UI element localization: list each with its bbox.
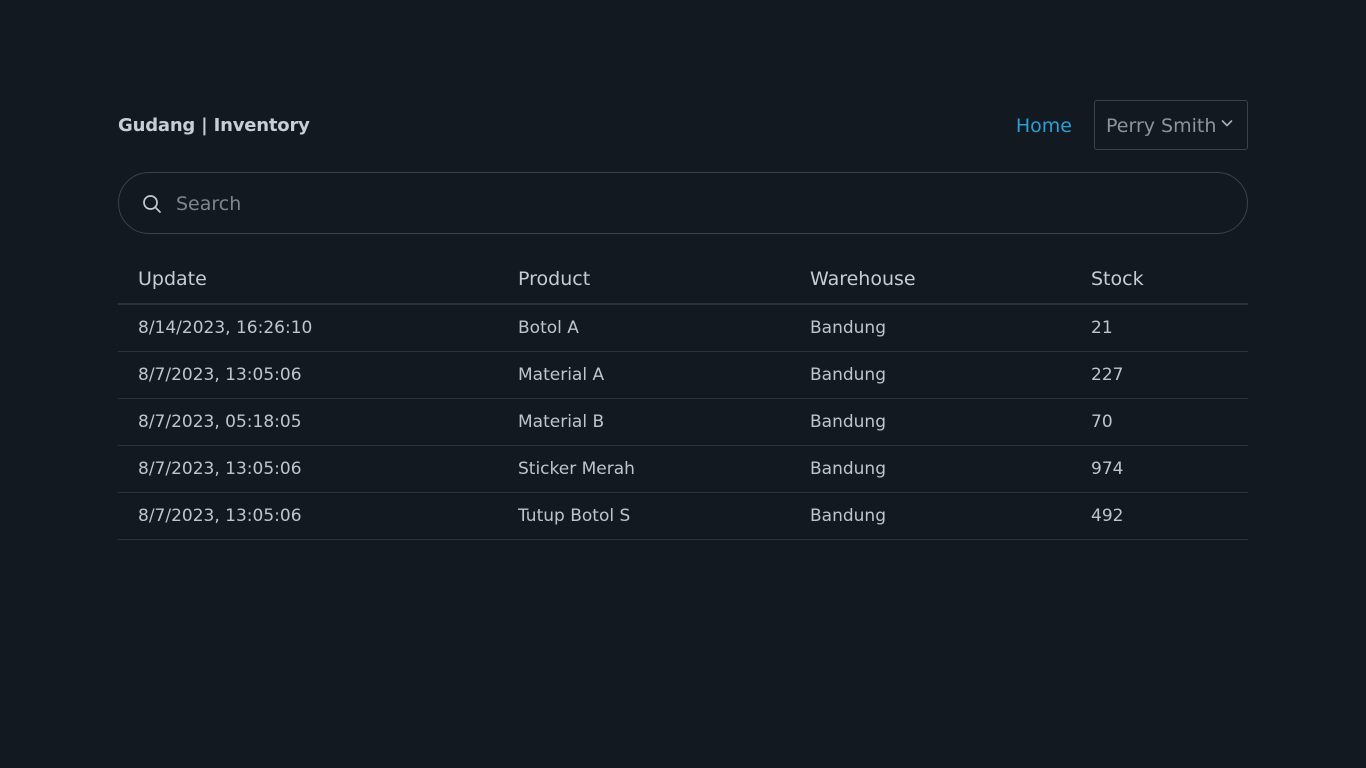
cell-stock: 974	[1071, 445, 1248, 493]
table-row[interactable]: 8/7/2023, 13:05:06 Sticker Merah Bandung…	[118, 445, 1248, 493]
brand-title: Gudang | Inventory	[118, 115, 310, 136]
cell-update: 8/14/2023, 16:26:10	[118, 304, 498, 352]
cell-stock: 492	[1071, 492, 1248, 540]
nav-home-link[interactable]: Home	[1016, 114, 1072, 138]
cell-warehouse: Bandung	[790, 351, 1071, 399]
column-header-stock[interactable]: Stock	[1071, 254, 1248, 305]
main-container: Gudang | Inventory Home Perry Smith Upda…	[118, 100, 1248, 540]
search-bar	[118, 172, 1248, 234]
user-dropdown[interactable]: Perry Smith	[1094, 100, 1248, 150]
table-row[interactable]: 8/14/2023, 16:26:10 Botol A Bandung 21	[118, 304, 1248, 352]
column-header-warehouse[interactable]: Warehouse	[790, 254, 1071, 305]
table-row[interactable]: 8/7/2023, 05:18:05 Material B Bandung 70	[118, 398, 1248, 446]
cell-update: 8/7/2023, 05:18:05	[118, 398, 498, 446]
cell-product: Botol A	[498, 304, 790, 352]
cell-warehouse: Bandung	[790, 445, 1071, 493]
cell-warehouse: Bandung	[790, 304, 1071, 352]
header: Gudang | Inventory Home Perry Smith	[118, 100, 1248, 152]
user-name: Perry Smith	[1106, 115, 1217, 137]
table-row[interactable]: 8/7/2023, 13:05:06 Material A Bandung 22…	[118, 351, 1248, 399]
column-header-product[interactable]: Product	[498, 254, 790, 305]
cell-product: Sticker Merah	[498, 445, 790, 493]
search-icon	[143, 195, 161, 213]
search-input[interactable]	[174, 183, 1218, 225]
table-header-row: Update Product Warehouse Stock	[118, 254, 1248, 305]
cell-update: 8/7/2023, 13:05:06	[118, 492, 498, 540]
cell-warehouse: Bandung	[790, 398, 1071, 446]
cell-product: Tutup Botol S	[498, 492, 790, 540]
cell-product: Material B	[498, 398, 790, 446]
cell-stock: 70	[1071, 398, 1248, 446]
cell-stock: 227	[1071, 351, 1248, 399]
cell-product: Material A	[498, 351, 790, 399]
inventory-table: Update Product Warehouse Stock 8/14/2023…	[118, 254, 1248, 540]
cell-update: 8/7/2023, 13:05:06	[118, 445, 498, 493]
cell-stock: 21	[1071, 304, 1248, 352]
cell-update: 8/7/2023, 13:05:06	[118, 351, 498, 399]
cell-warehouse: Bandung	[790, 492, 1071, 540]
column-header-update[interactable]: Update	[118, 254, 498, 305]
chevron-down-icon	[1221, 120, 1233, 127]
table-row[interactable]: 8/7/2023, 13:05:06 Tutup Botol S Bandung…	[118, 492, 1248, 540]
